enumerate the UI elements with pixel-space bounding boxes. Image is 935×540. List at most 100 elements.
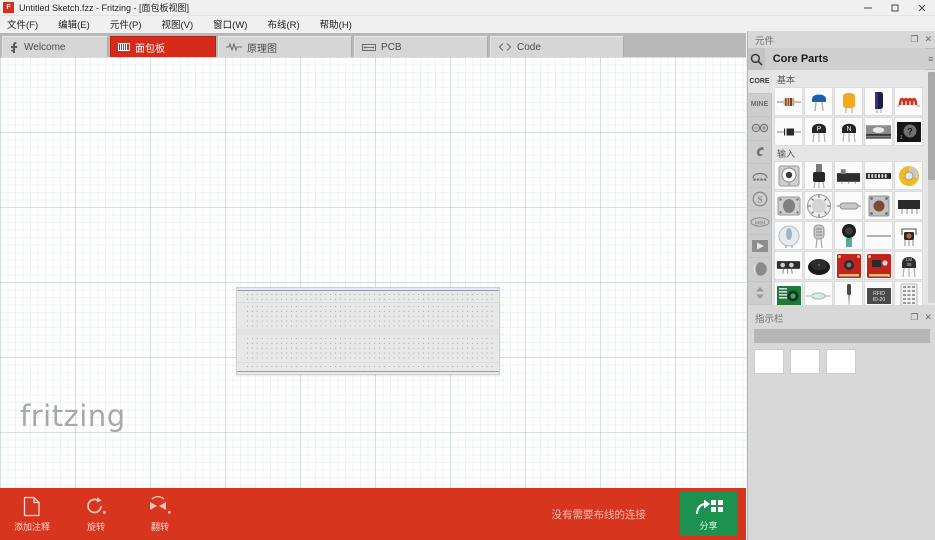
parts-grid-basic: P N ? 1 xyxy=(774,87,935,146)
menu-file[interactable]: 文件(F) xyxy=(7,16,47,32)
fritzing-f-icon xyxy=(10,41,19,54)
part-led-matrix[interactable] xyxy=(894,281,923,305)
part-npn-transistor[interactable]: N xyxy=(834,117,863,146)
part-rocker-switch[interactable] xyxy=(774,191,803,220)
bin-tab-intel[interactable]: intel xyxy=(747,211,772,235)
close-button[interactable] xyxy=(908,0,935,16)
menu-help[interactable]: 帮助(H) xyxy=(320,16,361,32)
menu-view[interactable]: 视图(V) xyxy=(161,16,202,32)
menu-part[interactable]: 元件(P) xyxy=(110,16,151,32)
flip-button[interactable]: 翻转 xyxy=(128,488,192,540)
part-glass-tube-sensor[interactable] xyxy=(804,281,833,305)
rotate-label: 旋转 xyxy=(86,522,105,532)
part-ic-chip[interactable] xyxy=(864,117,893,146)
part-pnp-transistor[interactable]: P xyxy=(804,117,833,146)
tab-code[interactable]: Code xyxy=(490,36,624,57)
tab-breadboard[interactable]: 面包板 xyxy=(110,36,216,57)
tab-welcome[interactable]: Welcome xyxy=(2,36,108,57)
bin-tab-sparkfun[interactable] xyxy=(747,164,772,188)
part-green-module[interactable] xyxy=(774,281,803,305)
search-menu-icon[interactable]: ≡ xyxy=(926,54,935,64)
right-dock: 元件 ❐ ✕ ≡ CORE MINE xyxy=(747,31,935,540)
flip-icon xyxy=(148,495,172,517)
code-icon xyxy=(498,42,512,52)
breadboard-canvas[interactable]: fritzing xyxy=(0,57,746,488)
inspector-preview-box-3[interactable] xyxy=(826,349,856,374)
parts-area[interactable]: 基本 P N ? 1 输入 LM 35 RFID ID-20 xyxy=(772,70,935,305)
part-electrolytic-capacitor[interactable] xyxy=(834,87,863,116)
inspector-close-icon[interactable]: ✕ xyxy=(924,312,932,323)
search-icon[interactable] xyxy=(748,48,765,70)
minimize-button[interactable] xyxy=(854,0,881,16)
part-sparkfun-board-a[interactable] xyxy=(834,251,863,280)
part-relay[interactable] xyxy=(894,161,923,190)
tab-pcb[interactable]: PCB xyxy=(354,36,488,57)
part-sparkfun-board-b[interactable] xyxy=(864,251,893,280)
parts-float-icon[interactable]: ❐ xyxy=(910,34,918,45)
part-ir-receiver[interactable] xyxy=(894,221,923,250)
bin-tab-moon[interactable] xyxy=(747,258,772,282)
parts-panel-header: 元件 ❐ ✕ xyxy=(748,31,935,48)
menu-window[interactable]: 窗口(W) xyxy=(213,16,256,32)
part-buzzer[interactable] xyxy=(804,251,833,280)
part-photoresistor[interactable] xyxy=(804,221,833,250)
bin-tab-core[interactable]: CORE xyxy=(747,70,772,94)
part-inductor[interactable] xyxy=(894,87,923,116)
menu-edit[interactable]: 编辑(E) xyxy=(58,16,99,32)
inspector-float-icon[interactable]: ❐ xyxy=(910,312,918,323)
parts-grid-input: LM 35 RFID ID-20 xyxy=(774,161,935,305)
part-toggle-switch[interactable] xyxy=(834,191,863,220)
add-note-button[interactable]: 添加注释 xyxy=(0,488,64,540)
bin-tab-arduino[interactable] xyxy=(747,117,772,141)
inspector-preview-box-1[interactable] xyxy=(754,349,784,374)
rotate-button[interactable]: 旋转 xyxy=(64,488,128,540)
window-title: Untitled Sketch.fzz - Fritzing - [面包板视图] xyxy=(19,3,190,13)
part-temperature-sensor[interactable]: LM 35 xyxy=(894,251,923,280)
title-bar: F Untitled Sketch.fzz - Fritzing - [面包板视… xyxy=(0,0,935,16)
part-slide-switch[interactable] xyxy=(834,161,863,190)
tab-breadboard-label: 面包板 xyxy=(135,43,165,55)
part-rfid-module[interactable]: RFID ID-20 xyxy=(864,281,893,305)
svg-text:N: N xyxy=(846,126,851,133)
part-diode[interactable] xyxy=(774,117,803,146)
menu-routing[interactable]: 布线(R) xyxy=(267,16,308,32)
part-tantalum-capacitor[interactable] xyxy=(864,87,893,116)
bin-tab-shape[interactable] xyxy=(747,141,772,164)
bin-tab-snootlab[interactable]: S xyxy=(747,188,772,211)
part-ceramic-capacitor[interactable] xyxy=(804,87,833,116)
part-wire-lead[interactable] xyxy=(864,221,893,250)
part-rotary-encoder[interactable] xyxy=(804,191,833,220)
fritzing-window: F Untitled Sketch.fzz - Fritzing - [面包板视… xyxy=(0,0,935,540)
part-dip-header[interactable] xyxy=(894,191,923,220)
parts-close-icon[interactable]: ✕ xyxy=(924,34,932,45)
parts-panel-title: 元件 xyxy=(755,35,775,47)
share-button[interactable]: 分享 xyxy=(680,492,737,536)
tab-schematic[interactable]: 原理图 xyxy=(218,36,352,57)
breadboard-part[interactable] xyxy=(236,287,500,375)
parts-scroll-thumb[interactable] xyxy=(928,72,935,180)
search-input[interactable] xyxy=(764,48,926,70)
part-potentiometer[interactable] xyxy=(804,161,833,190)
bin-tab-picaxe[interactable] xyxy=(747,235,772,258)
part-pushbutton[interactable] xyxy=(864,191,893,220)
inspector-body xyxy=(748,326,935,380)
parts-group-label-input: 输入 xyxy=(777,149,796,159)
breadboard-holes-row-a xyxy=(245,304,493,328)
parts-scrollbar[interactable] xyxy=(928,72,935,303)
inspector-preview-box-2[interactable] xyxy=(790,349,820,374)
part-dip-switch[interactable] xyxy=(864,161,893,190)
part-microphone[interactable] xyxy=(834,221,863,250)
part-tilt-sensor[interactable] xyxy=(774,221,803,250)
part-mystery-part[interactable]: ? 1 xyxy=(894,117,923,146)
part-trimpot[interactable] xyxy=(774,161,803,190)
part-probe-sensor[interactable] xyxy=(834,281,863,305)
svg-text:intel: intel xyxy=(754,221,765,227)
part-resistor[interactable] xyxy=(774,87,803,116)
app-icon: F xyxy=(3,2,14,13)
flip-label: 翻转 xyxy=(150,522,169,532)
part-force-sensor[interactable] xyxy=(774,251,803,280)
note-page-icon xyxy=(23,495,41,517)
maximize-button[interactable] xyxy=(881,0,908,16)
bin-tab-scroll[interactable] xyxy=(747,282,772,305)
bin-tab-mine[interactable]: MINE xyxy=(747,94,772,117)
